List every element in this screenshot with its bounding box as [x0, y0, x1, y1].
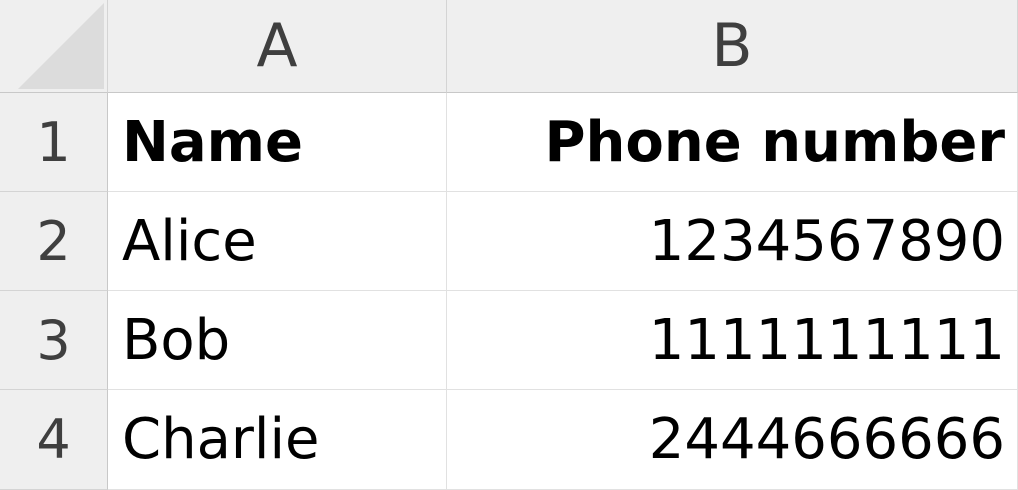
column-header-b[interactable]: B: [447, 0, 1018, 93]
row-header-3[interactable]: 3: [0, 291, 108, 390]
row-header-1[interactable]: 1: [0, 93, 108, 192]
cell-b1[interactable]: Phone number: [447, 93, 1018, 192]
cell-a1[interactable]: Name: [108, 93, 447, 192]
spreadsheet-grid: A B 1 Name Phone number 2 Alice 12345678…: [0, 0, 1018, 490]
column-header-a[interactable]: A: [108, 0, 447, 93]
cell-a2[interactable]: Alice: [108, 192, 447, 291]
cell-b4[interactable]: 2444666666: [447, 390, 1018, 490]
cell-b2[interactable]: 1234567890: [447, 192, 1018, 291]
cell-a3[interactable]: Bob: [108, 291, 447, 390]
select-all-triangle-icon: [18, 3, 104, 89]
row-header-4[interactable]: 4: [0, 390, 108, 490]
cell-a4[interactable]: Charlie: [108, 390, 447, 490]
cell-b3[interactable]: 1111111111: [447, 291, 1018, 390]
select-all-corner[interactable]: [0, 0, 108, 93]
row-header-2[interactable]: 2: [0, 192, 108, 291]
